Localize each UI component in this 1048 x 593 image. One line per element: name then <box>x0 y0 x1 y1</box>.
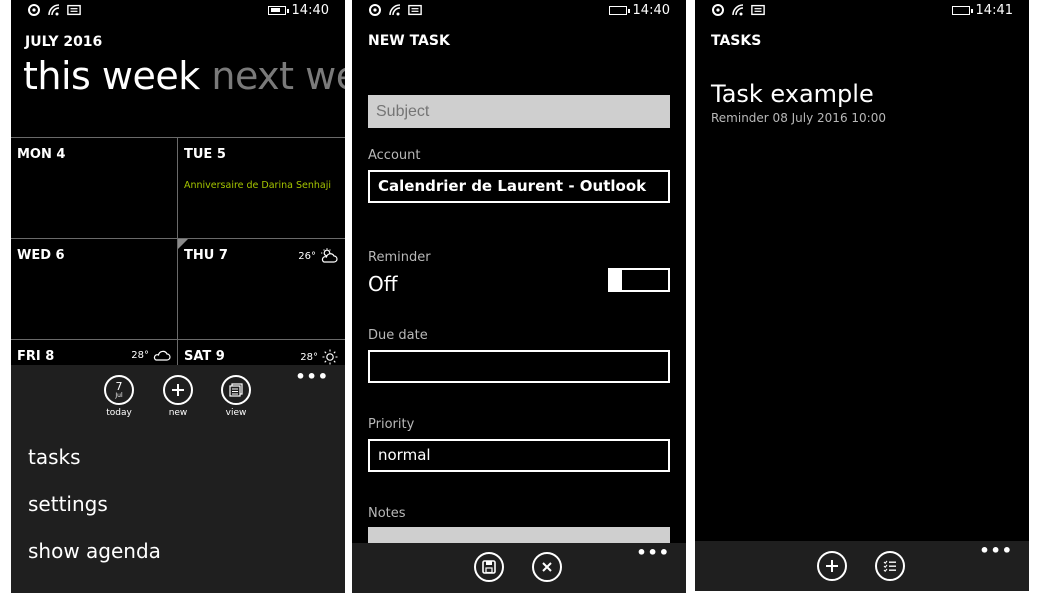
day-label: WED 6 <box>17 248 65 263</box>
menu-item-show-agenda[interactable]: show agenda <box>28 539 161 563</box>
save-button[interactable] <box>474 552 504 582</box>
task-reminder: Reminder 08 July 2016 10:00 <box>711 111 886 125</box>
month-label: JULY 2016 <box>25 34 103 50</box>
message-icon <box>408 4 422 16</box>
add-icon <box>163 375 193 405</box>
status-time: 14:40 <box>632 3 670 18</box>
wifi-icon <box>732 4 744 16</box>
view-icon <box>221 375 251 405</box>
battery-charging-icon <box>267 6 289 15</box>
checklist-icon <box>883 560 896 573</box>
weather-info: 28° <box>131 349 171 361</box>
day-cell[interactable]: THU 7 26° <box>178 239 344 340</box>
day-label: TUE 5 <box>184 147 226 162</box>
message-icon <box>67 4 81 16</box>
status-bar: 14:41 <box>695 0 1029 22</box>
more-options-button[interactable]: ••• <box>295 367 329 386</box>
new-task-screen: 14:40 NEW TASK Account Calendrier de Lau… <box>352 0 686 593</box>
nfc-icon <box>369 4 381 16</box>
app-bar: ••• <box>695 541 1029 591</box>
wifi-icon <box>48 4 60 16</box>
partly-sunny-icon <box>321 248 338 263</box>
week-grid: MON 4 TUE 5 Anniversaire de Darina Senha… <box>11 137 345 367</box>
more-options-button[interactable]: ••• <box>636 543 670 562</box>
app-bar-expanded: ••• 7 Jul today new view tasks settings … <box>11 365 345 593</box>
today-button[interactable]: 7 Jul today <box>99 375 139 418</box>
pivot-next-week[interactable]: next wee <box>211 54 345 98</box>
wifi-icon <box>389 4 401 16</box>
new-button[interactable]: new <box>158 375 198 418</box>
day-cell[interactable]: TUE 5 Anniversaire de Darina Senhaji <box>178 138 344 239</box>
status-time: 14:41 <box>975 3 1013 18</box>
new-label: new <box>168 408 188 418</box>
day-label: SAT 9 <box>184 349 225 364</box>
cloud-icon <box>153 350 171 361</box>
sun-icon <box>322 349 338 365</box>
day-label: THU 7 <box>184 248 228 263</box>
battery-icon <box>608 6 630 15</box>
view-button[interactable]: view <box>216 375 256 418</box>
view-label: view <box>225 408 247 418</box>
today-label: today <box>106 408 132 418</box>
account-label: Account <box>368 148 421 163</box>
calendar-week-screen: 14:40 JULY 2016 this week next wee MON 4… <box>11 0 345 593</box>
menu-item-settings[interactable]: settings <box>28 492 108 516</box>
subject-input[interactable] <box>368 95 670 128</box>
menu-item-tasks[interactable]: tasks <box>28 445 81 469</box>
day-cell[interactable]: WED 6 <box>11 239 177 340</box>
weather-info: 26° <box>298 248 338 264</box>
status-time: 14:40 <box>291 3 329 18</box>
status-bar: 14:40 <box>11 0 345 22</box>
day-label: MON 4 <box>17 147 66 162</box>
notes-label: Notes <box>368 506 406 521</box>
nfc-icon <box>712 4 724 16</box>
temperature: 26° <box>298 250 316 262</box>
status-bar: 14:40 <box>352 0 686 22</box>
nfc-icon <box>28 4 40 16</box>
reminder-toggle[interactable] <box>608 268 670 292</box>
calendar-event[interactable]: Anniversaire de Darina Senhaji <box>184 180 331 191</box>
battery-icon <box>951 6 973 15</box>
toggle-knob <box>608 268 622 292</box>
pivot-this-week[interactable]: this week <box>23 54 200 98</box>
due-date-label: Due date <box>368 328 428 343</box>
cancel-button[interactable] <box>532 552 562 582</box>
message-icon <box>751 4 765 16</box>
add-task-button[interactable] <box>817 551 847 581</box>
week-pivot[interactable]: this week next wee <box>23 54 345 98</box>
tasks-screen: 14:41 TASKS Task example Reminder 08 Jul… <box>695 0 1029 591</box>
day-label: FRI 8 <box>17 349 55 364</box>
task-list-button[interactable] <box>875 551 905 581</box>
page-title: TASKS <box>711 33 762 49</box>
task-title: Task example <box>711 80 874 108</box>
close-icon <box>542 562 552 572</box>
weather-info: 28° <box>300 349 338 365</box>
page-title: NEW TASK <box>368 33 450 49</box>
account-picker[interactable]: Calendrier de Laurent - Outlook <box>368 170 670 203</box>
temperature: 28° <box>131 349 149 361</box>
more-options-button[interactable]: ••• <box>979 541 1013 560</box>
temperature: 28° <box>300 351 318 363</box>
due-date-picker[interactable] <box>368 350 670 383</box>
reminder-value: Off <box>368 272 398 296</box>
today-month: Jul <box>115 392 123 399</box>
reminder-label: Reminder <box>368 250 431 265</box>
add-icon <box>826 560 838 572</box>
day-cell[interactable]: MON 4 <box>11 138 177 239</box>
priority-picker[interactable]: normal <box>368 439 670 472</box>
priority-label: Priority <box>368 417 415 432</box>
today-day-number: 7 <box>115 380 123 393</box>
save-icon <box>482 560 496 574</box>
calendar-today-icon: 7 Jul <box>104 375 134 405</box>
app-bar: ••• <box>352 543 686 593</box>
